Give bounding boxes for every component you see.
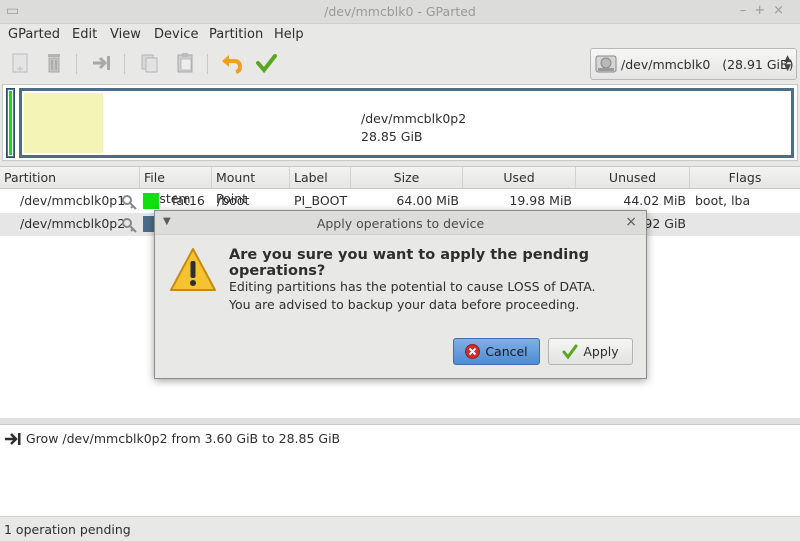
- delete-icon[interactable]: [41, 50, 67, 76]
- device-name: /dev/mmcblk0: [621, 57, 711, 72]
- undo-icon[interactable]: [218, 50, 244, 76]
- menu-edit[interactable]: Edit: [72, 27, 97, 42]
- apply-button-label: Apply: [583, 344, 619, 359]
- close-icon[interactable]: ×: [773, 3, 792, 18]
- column-used[interactable]: Used: [463, 167, 576, 189]
- warning-icon: [170, 248, 216, 291]
- dialog-heading: Are you sure you want to apply the pendi…: [229, 247, 589, 279]
- partition-block-size: 28.85 GiB: [361, 129, 423, 144]
- partition-block-p1[interactable]: [6, 88, 15, 158]
- dialog-title: Apply operations to device: [316, 216, 485, 231]
- fs-color-swatch: [143, 193, 159, 209]
- column-size[interactable]: Size: [351, 167, 463, 189]
- column-label[interactable]: Label: [290, 167, 351, 189]
- toolbar-separator: [207, 54, 208, 74]
- column-partition[interactable]: Partition: [0, 167, 140, 189]
- apply-confirm-dialog: ▼ Apply operations to device × Are you s…: [154, 210, 647, 379]
- check-icon: [562, 344, 578, 359]
- device-size: (28.91 GiB): [722, 57, 794, 72]
- partition-block-p2[interactable]: /dev/mmcblk0p2 28.85 GiB: [19, 88, 794, 158]
- partition-visual: /dev/mmcblk0p2 28.85 GiB: [2, 84, 798, 161]
- window-controls[interactable]: –+×: [740, 3, 792, 18]
- cancel-icon: [465, 344, 481, 359]
- toolbar: + /dev/mmcblk0 (28.91 GiB) ▲ ▼: [0, 46, 800, 82]
- maximize-icon[interactable]: +: [754, 3, 773, 18]
- used-space-bar: [24, 93, 103, 153]
- toolbar-separator: [76, 54, 77, 74]
- resize-move-icon[interactable]: [88, 50, 114, 76]
- close-icon[interactable]: ×: [625, 214, 637, 230]
- apply-icon[interactable]: [253, 50, 279, 76]
- paste-icon[interactable]: [172, 50, 198, 76]
- new-icon[interactable]: +: [7, 50, 33, 76]
- svg-text:+: +: [16, 64, 24, 74]
- copy-icon[interactable]: [136, 50, 162, 76]
- window-titlebar: ▭ /dev/mmcblk0 - GParted –+×: [0, 0, 800, 24]
- column-unused[interactable]: Unused: [576, 167, 690, 189]
- menu-view[interactable]: View: [110, 27, 141, 42]
- partition-block-p1-fill: [8, 90, 13, 156]
- status-text: 1 operation pending: [4, 522, 131, 537]
- operation-item[interactable]: Grow /dev/mmcblk0p2 from 3.60 GiB to 28.…: [0, 427, 800, 449]
- menu-partition[interactable]: Partition: [209, 27, 263, 42]
- status-bar: 1 operation pending: [0, 516, 800, 541]
- operation-text: Grow /dev/mmcblk0p2 from 3.60 GiB to 28.…: [26, 431, 341, 446]
- resize-move-icon: [5, 433, 21, 445]
- menu-help[interactable]: Help: [274, 27, 304, 42]
- key-icon: [122, 195, 137, 210]
- menu-gparted[interactable]: GParted: [8, 27, 60, 42]
- cancel-button-label: Cancel: [485, 344, 528, 359]
- device-selector[interactable]: /dev/mmcblk0 (28.91 GiB) ▲ ▼: [590, 48, 797, 80]
- operations-list: Grow /dev/mmcblk0p2 from 3.60 GiB to 28.…: [0, 424, 800, 516]
- menu-bar: GParted Edit View Device Partition Help: [0, 24, 800, 46]
- cell-partition: /dev/mmcblk0p1: [20, 193, 126, 208]
- device-selector-label: /dev/mmcblk0 (28.91 GiB): [621, 57, 793, 72]
- cancel-button[interactable]: Cancel: [453, 338, 540, 365]
- dialog-titlebar: ▼ Apply operations to device ×: [155, 211, 646, 235]
- toolbar-separator: [124, 54, 125, 74]
- apply-button[interactable]: Apply: [548, 338, 633, 365]
- column-mount-point[interactable]: Mount Point: [212, 167, 290, 206]
- menu-device[interactable]: Device: [154, 27, 198, 42]
- key-icon: [122, 218, 137, 233]
- window-title: /dev/mmcblk0 - GParted: [324, 4, 476, 19]
- chevron-updown-icon: ▲ ▼: [784, 54, 791, 73]
- column-file-system[interactable]: File System: [140, 167, 212, 206]
- partition-block-name: /dev/mmcblk0p2: [361, 111, 467, 126]
- dialog-message-line2: You are advised to backup your data befo…: [229, 297, 580, 312]
- minimize-icon[interactable]: –: [740, 3, 755, 18]
- disk-icon: [595, 55, 617, 73]
- table-header: Partition File System Mount Point Label …: [0, 167, 800, 206]
- column-flags[interactable]: Flags: [690, 167, 800, 189]
- cell-partition: /dev/mmcblk0p2: [20, 216, 126, 231]
- cell-flags: boot, lba: [695, 193, 751, 208]
- dialog-message-line1: Editing partitions has the potential to …: [229, 279, 596, 294]
